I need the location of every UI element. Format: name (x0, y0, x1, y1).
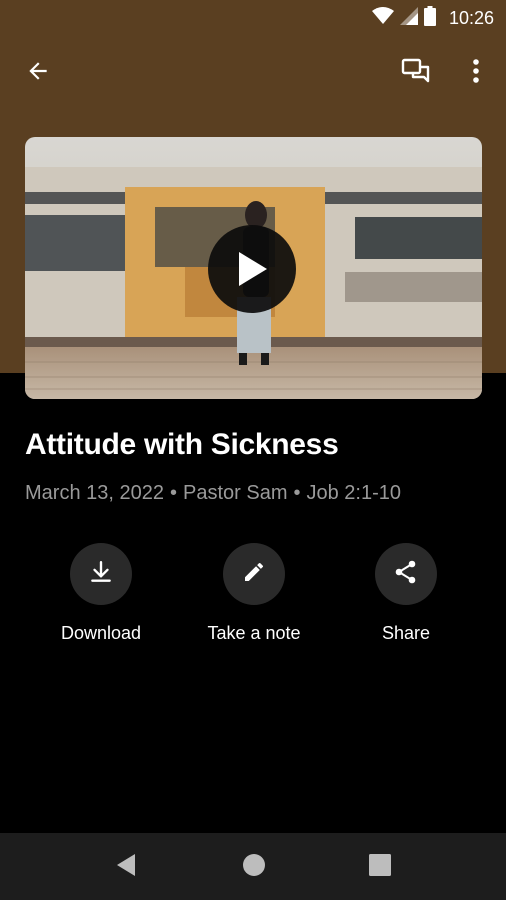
sermon-meta: March 13, 2022 • Pastor Sam • Job 2:1-10 (25, 482, 401, 505)
nav-back-button[interactable] (112, 853, 140, 881)
share-circle[interactable] (375, 543, 437, 605)
nav-recents-icon (369, 853, 391, 881)
status-icons (372, 5, 436, 31)
nav-home-icon (242, 853, 266, 882)
share-button[interactable]: Share (336, 543, 476, 644)
status-time: 10:26 (448, 8, 494, 28)
app-bar (0, 48, 506, 100)
play-button[interactable] (208, 225, 296, 313)
sermon-title: Attitude with Sickness (25, 428, 339, 461)
signal-icon (400, 6, 418, 30)
video-thumbnail[interactable] (25, 137, 482, 399)
share-icon (392, 558, 420, 591)
wifi-icon (372, 6, 394, 30)
meta-separator: • (169, 482, 177, 504)
nav-home-button[interactable] (240, 853, 268, 881)
arrow-back-icon (25, 58, 51, 89)
sermon-passage: Job 2:1-10 (306, 482, 402, 504)
pencil-icon (242, 560, 266, 589)
take-note-button[interactable]: Take a note (184, 543, 324, 644)
sermon-date: March 13, 2022 (25, 482, 164, 504)
take-note-circle[interactable] (223, 543, 285, 605)
meta-separator: • (293, 482, 301, 504)
back-button[interactable] (18, 53, 58, 93)
download-button[interactable]: Download (31, 543, 171, 644)
more-options-button[interactable] (456, 53, 496, 93)
download-circle[interactable] (70, 543, 132, 605)
play-icon (235, 250, 269, 288)
nav-recents-button[interactable] (366, 853, 394, 881)
nav-back-icon (115, 853, 137, 882)
more-vert-icon (472, 58, 480, 89)
chat-icon (401, 56, 431, 91)
download-icon (88, 559, 114, 590)
discussion-button[interactable] (396, 53, 436, 93)
system-nav-bar (0, 833, 506, 900)
action-row: Download Take a note Share (0, 543, 506, 653)
download-label: Download (60, 623, 142, 643)
share-label: Share (381, 623, 431, 643)
take-note-label: Take a note (207, 623, 301, 643)
sermon-speaker: Pastor Sam (183, 482, 288, 504)
battery-icon (424, 5, 436, 31)
status-bar: 10:26 (0, 0, 506, 36)
